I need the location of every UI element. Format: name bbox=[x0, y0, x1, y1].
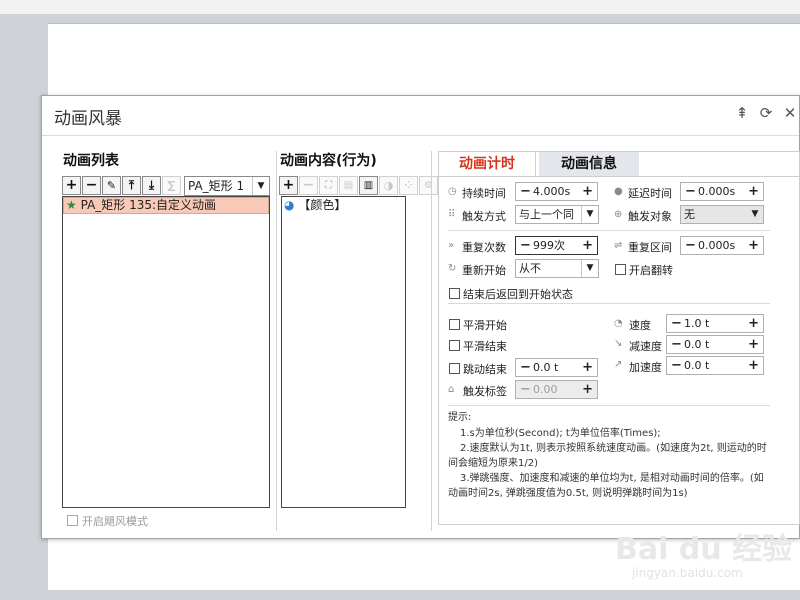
gear-icon: ⚙ bbox=[419, 176, 438, 195]
trigger-tag-label: 触发标签 bbox=[463, 385, 507, 398]
accel-label: 加速度 bbox=[629, 361, 662, 374]
move-up-icon[interactable]: ⤒ bbox=[122, 176, 141, 195]
anim-list-title: 动画列表 bbox=[63, 153, 119, 169]
decel-icon: ↘ bbox=[614, 338, 623, 349]
list-item[interactable]: ★ PA_矩形 135:自定义动画 bbox=[63, 197, 269, 214]
fit-icon: ⛶ bbox=[319, 176, 338, 195]
delay-label: 延迟时间 bbox=[628, 187, 672, 200]
tab-timing[interactable]: 动画计时 bbox=[439, 152, 536, 176]
list-item-label: PA_矩形 135:自定义动画 bbox=[80, 198, 217, 212]
bounce-end-stepper[interactable]: −0.0 t + bbox=[515, 358, 598, 377]
flip-checkbox[interactable] bbox=[615, 264, 626, 275]
speed-icon: ◔ bbox=[614, 318, 623, 329]
return-checkbox[interactable] bbox=[449, 288, 460, 299]
repeat-count-label: 重复次数 bbox=[462, 241, 506, 254]
anim-list-box[interactable]: ★ PA_矩形 135:自定义动画 bbox=[62, 196, 270, 508]
refresh-icon[interactable]: ⟳ bbox=[757, 104, 775, 122]
tab-underline bbox=[439, 176, 799, 177]
chevron-down-icon: ▼ bbox=[581, 260, 598, 277]
chevron-down-icon: ▼ bbox=[581, 206, 598, 223]
duration-stepper[interactable]: −4.000s + bbox=[515, 182, 598, 201]
storm-mode-label: 开启飓风模式 bbox=[82, 515, 148, 528]
trigger-mode-select[interactable]: 与上一个同 ▼ bbox=[515, 205, 599, 224]
repeat-count-stepper[interactable]: −999次 + bbox=[515, 236, 598, 255]
background-strip bbox=[0, 0, 800, 14]
trigger-mode-icon: ⠿ bbox=[448, 209, 456, 220]
interval-icon: ⇌ bbox=[614, 240, 623, 251]
section-divider bbox=[448, 303, 770, 304]
trigger-target-label: 触发对象 bbox=[628, 210, 672, 223]
doc-icon: ▤ bbox=[339, 176, 358, 195]
pin-icon[interactable]: ⇞ bbox=[733, 104, 751, 122]
anim-content-title: 动画内容(行为) bbox=[280, 153, 377, 169]
restart-label: 重新开始 bbox=[462, 264, 506, 277]
chevron-down-icon: ▼ bbox=[751, 209, 759, 219]
restart-icon: ↻ bbox=[448, 263, 457, 274]
smooth-start-checkbox[interactable] bbox=[449, 319, 460, 330]
dialog-title: 动画风暴 bbox=[54, 109, 122, 129]
move-down-icon[interactable]: ⤓ bbox=[142, 176, 161, 195]
speed-label: 速度 bbox=[629, 319, 651, 332]
column-divider bbox=[276, 151, 277, 531]
doc2-icon[interactable]: ▥ bbox=[359, 176, 378, 195]
decel-label: 减速度 bbox=[629, 340, 662, 353]
hint-line-3: 3.弹跳强度、加速度和减速的单位均为t, 是相对动画时间的倍率。(如动画时间2s… bbox=[448, 473, 764, 499]
contrast-icon: ◑ bbox=[379, 176, 398, 195]
bounce-end-checkbox[interactable] bbox=[449, 363, 460, 374]
repeat-interval-label: 重复区间 bbox=[628, 241, 672, 254]
delay-stepper[interactable]: −0.000s + bbox=[680, 182, 764, 201]
watermark-url: jingyan.baidu.com bbox=[632, 566, 743, 580]
delay-icon: ● bbox=[614, 186, 623, 197]
chevron-down-icon: ▼ bbox=[252, 177, 269, 195]
hint-line-2: 2.速度默认为1t, 则表示按照系统速度动画。(如速度为2t, 则运动的时间会缩… bbox=[448, 443, 767, 469]
column-divider bbox=[431, 151, 432, 531]
close-icon[interactable]: ✕ bbox=[781, 104, 799, 122]
tag-icon: ⌂ bbox=[448, 384, 455, 395]
remove-icon[interactable]: − bbox=[82, 176, 101, 195]
accel-stepper[interactable]: −0.0 t + bbox=[666, 356, 764, 375]
clock-icon: ◷ bbox=[448, 186, 457, 197]
star-icon: ★ bbox=[66, 198, 77, 212]
anim-content-box[interactable]: ◕ 【颜色】 bbox=[281, 196, 406, 508]
list-item[interactable]: ◕ 【颜色】 bbox=[282, 197, 405, 214]
smooth-start-label: 平滑开始 bbox=[463, 319, 507, 332]
anim-select-combo[interactable]: PA_矩形 1 ▼ bbox=[184, 176, 270, 196]
return-label: 结束后返回到开始状态 bbox=[463, 288, 573, 301]
list-item-label: 【颜色】 bbox=[298, 198, 347, 212]
add-icon[interactable]: + bbox=[279, 176, 298, 195]
duration-label: 持续时间 bbox=[462, 187, 506, 200]
flip-label: 开启翻转 bbox=[629, 264, 673, 277]
add-icon[interactable]: + bbox=[62, 176, 81, 195]
repeat-icon: » bbox=[448, 240, 455, 251]
color-icon: ◕ bbox=[284, 198, 295, 212]
restart-select[interactable]: 从不 ▼ bbox=[515, 259, 599, 278]
tab-info[interactable]: 动画信息 bbox=[539, 152, 639, 176]
title-separator bbox=[42, 135, 799, 136]
trigger-tag-stepper: −0.00 + bbox=[515, 380, 598, 399]
decel-stepper[interactable]: −0.0 t + bbox=[666, 335, 764, 354]
repeat-interval-stepper[interactable]: −0.000s + bbox=[680, 236, 764, 255]
anim-list-toolbar: + − ✎ ⤒ ⤓ ∑ bbox=[62, 176, 182, 195]
smooth-end-label: 平滑结束 bbox=[463, 340, 507, 353]
remove-icon: − bbox=[299, 176, 318, 195]
hint-line-1: 1.s为单位秒(Second); t为单位倍率(Times); bbox=[460, 428, 661, 439]
anim-content-toolbar: + − ⛶ ▤ ▥ ◑ ⁘ ⚙ bbox=[279, 176, 439, 195]
section-divider bbox=[448, 405, 770, 406]
scatter-icon: ⁘ bbox=[399, 176, 418, 195]
animation-storm-dialog: 动画风暴 ⇞ ⟳ ✕ 动画列表 + − ✎ ⤒ ⤓ ∑ PA_矩形 1 ▼ ★ … bbox=[41, 95, 800, 539]
bracket-icon: ∑ bbox=[162, 176, 181, 195]
trigger-mode-label: 触发方式 bbox=[462, 210, 506, 223]
bounce-end-label: 跳动结束 bbox=[463, 363, 507, 376]
storm-mode-checkbox[interactable] bbox=[67, 515, 78, 526]
smooth-end-checkbox[interactable] bbox=[449, 340, 460, 351]
speed-stepper[interactable]: −1.0 t + bbox=[666, 314, 764, 333]
trigger-target-select[interactable]: 无 ▼ bbox=[680, 205, 764, 224]
combo-value: PA_矩形 1 bbox=[188, 179, 245, 193]
brush-icon[interactable]: ✎ bbox=[102, 176, 121, 195]
target-icon: ⊕ bbox=[614, 209, 623, 220]
section-divider bbox=[448, 230, 770, 231]
accel-icon: ↗ bbox=[614, 359, 623, 370]
watermark-brand: Bai du 经验 bbox=[615, 532, 793, 567]
hint-title: 提示: bbox=[448, 412, 472, 423]
